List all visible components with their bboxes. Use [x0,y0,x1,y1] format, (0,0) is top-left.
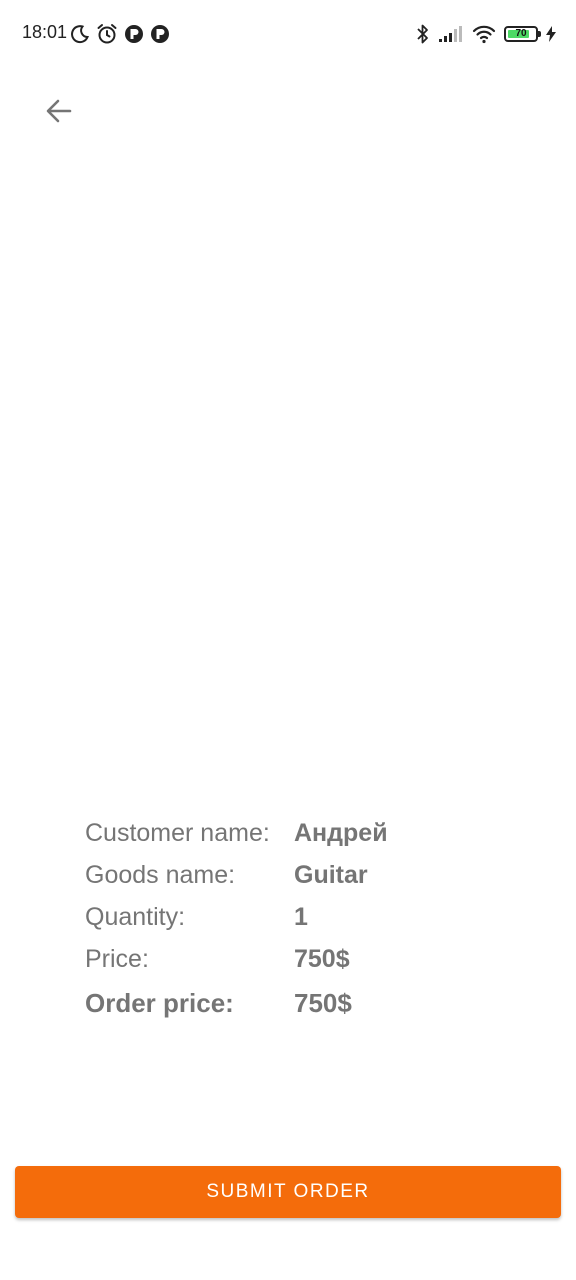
order-price-value: 750$ [294,987,352,1018]
order-summary: Customer name: Андрей Goods name: Guitar… [85,812,388,1026]
quantity-row: Quantity: 1 [85,896,388,938]
goods-value: Guitar [294,860,368,889]
signal-icon [438,25,464,43]
price-row: Price: 750$ [85,938,388,980]
quantity-label: Quantity: [85,902,186,931]
customer-label: Customer name: [85,818,270,847]
status-time: 18:01 [22,22,68,42]
customer-value: Андрей [294,818,388,847]
charging-icon [546,26,556,42]
bluetooth-icon [416,23,430,45]
quantity-value: 1 [294,902,308,931]
back-button[interactable] [34,88,84,138]
alarm-icon [96,23,118,45]
wifi-icon [472,24,496,44]
price-value: 750$ [294,944,350,973]
customer-row: Customer name: Андрей [85,812,388,854]
submit-order-button[interactable]: SUBMIT ORDER [15,1166,561,1218]
moon-icon [70,24,90,44]
status-right-icons: 70 [416,22,556,46]
battery-level: 70 [515,28,527,39]
goods-label: Goods name: [85,860,236,889]
order-price-label: Order price: [85,987,234,1018]
status-left-icons [70,23,170,45]
battery-cap [538,31,541,37]
order-price-row: Order price: 750$ [85,980,388,1026]
goods-row: Goods name: Guitar [85,854,388,896]
app-notification-icon [150,24,170,44]
price-label: Price: [85,944,149,973]
battery-icon: 70 [504,26,541,42]
app-notification-icon [124,24,144,44]
arrow-left-icon [45,97,73,130]
status-bar: 18:01 70 [0,0,576,68]
